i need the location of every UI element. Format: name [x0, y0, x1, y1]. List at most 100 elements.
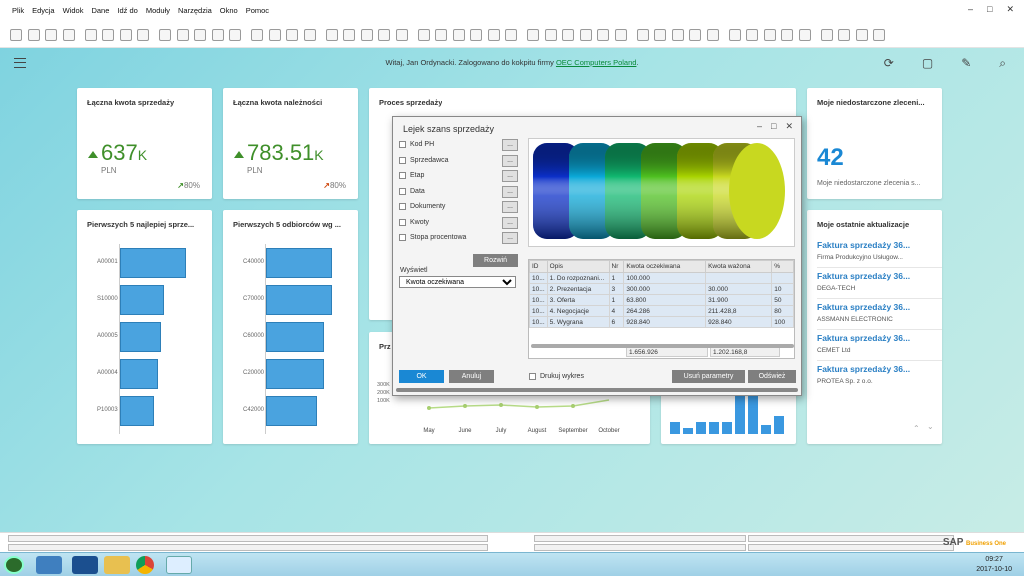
undelivered-orders-card[interactable]: Moje niedostarczone zleceni... 42 Moje n… — [807, 88, 942, 199]
toolbar-button-icon[interactable] — [343, 28, 355, 41]
menu-item[interactable]: Idź do — [117, 6, 137, 15]
recent-updates-card[interactable]: Moje ostatnie aktualizacje ⌃ ⌄ Faktura s… — [807, 210, 942, 444]
bar[interactable] — [120, 322, 161, 352]
filter-checkbox[interactable]: Data — [399, 187, 509, 195]
update-title[interactable]: Faktura sprzedaży 36... — [817, 333, 937, 343]
toolbar-button-icon[interactable] — [435, 28, 447, 41]
toolbar-button-icon[interactable] — [728, 28, 741, 41]
update-title[interactable]: Faktura sprzedaży 36... — [817, 302, 937, 312]
close-icon[interactable]: ✕ — [785, 121, 793, 132]
menu-item[interactable]: Moduły — [146, 6, 170, 15]
column-header[interactable]: Kwota oczekiwana — [623, 260, 707, 273]
table-row[interactable]: 10... 4. Negocjacje 4 264.286 211.428,8 80 — [529, 305, 794, 317]
show-select[interactable]: Kwota oczekiwana — [399, 276, 516, 288]
bar[interactable] — [266, 396, 318, 426]
toolbar-button-icon[interactable] — [229, 28, 241, 41]
bar[interactable] — [120, 396, 155, 426]
toolbar-button-icon[interactable] — [544, 28, 557, 41]
filter-picker-button[interactable]: ... — [502, 232, 518, 244]
menu-item[interactable]: Dane — [91, 6, 109, 15]
menu-item[interactable]: Edycja — [32, 6, 55, 15]
checkbox-box[interactable] — [529, 373, 536, 380]
chevron-up-icon[interactable]: ⌃ — [913, 424, 920, 433]
filter-checkbox[interactable]: Dokumenty — [399, 203, 509, 210]
table-row[interactable]: 10... 2. Prezentacja 3 300.000 30.000 10 — [529, 283, 794, 295]
ok-button[interactable]: OK — [399, 370, 444, 383]
toolbar-button-icon[interactable] — [505, 28, 517, 41]
column-header[interactable]: Kwota ważona — [705, 260, 773, 273]
table-row[interactable]: 10... 5. Wygrana 6 928.840 928.840 100 — [529, 316, 794, 328]
data-point[interactable] — [571, 404, 575, 408]
bar[interactable] — [266, 359, 325, 389]
toolbar-button-icon[interactable] — [820, 28, 833, 41]
table-row[interactable]: 10... 1. Do rozpoznani... 1 100.000 — [529, 272, 794, 284]
toolbar-button-icon[interactable] — [325, 28, 338, 41]
filter-picker-button[interactable]: ... — [502, 185, 518, 198]
expand-button[interactable]: Rozwiń — [473, 254, 518, 267]
bar[interactable] — [120, 248, 186, 278]
menu-item[interactable]: Narzędzia — [178, 6, 212, 15]
update-item[interactable]: Faktura sprzedaży 36... Firma Produkcyjno… — [817, 240, 937, 261]
toolbar-button-icon[interactable] — [597, 28, 609, 41]
checkbox-box[interactable] — [399, 172, 406, 179]
toolbar-button-icon[interactable] — [706, 28, 719, 41]
filter-checkbox[interactable]: Etap — [399, 172, 509, 179]
bar-row[interactable]: S10000 — [77, 285, 212, 315]
sales-total-card[interactable]: Łączna kwota sprzedaży 637K PLN ↗80% — [77, 88, 212, 199]
bar-row[interactable]: C20000 — [223, 359, 358, 389]
data-point[interactable] — [427, 406, 431, 410]
powershell-icon[interactable] — [72, 556, 98, 574]
edit-icon[interactable]: ✎ — [961, 56, 971, 71]
toolbar-button-icon[interactable] — [562, 28, 574, 41]
bar-row[interactable]: P10003 — [77, 396, 212, 426]
bar[interactable] — [266, 322, 325, 352]
filter-picker-button[interactable]: ... — [502, 139, 518, 151]
toolbar-button-icon[interactable] — [763, 28, 776, 41]
filter-checkbox[interactable]: Kwoty — [399, 218, 509, 226]
close-icon[interactable]: ✕ — [1006, 4, 1014, 15]
toolbar-button-icon[interactable] — [636, 28, 649, 41]
print-chart-checkbox[interactable]: Drukuj wykres — [529, 373, 584, 380]
toolbar-button-icon[interactable] — [286, 28, 298, 41]
bar-row[interactable]: C60000 — [223, 322, 358, 352]
checkbox-box[interactable] — [399, 141, 406, 148]
column-header[interactable]: Opis — [546, 260, 610, 273]
data-point[interactable] — [463, 404, 467, 408]
toolbar-button-icon[interactable] — [194, 28, 206, 41]
bar[interactable] — [266, 248, 332, 278]
update-item[interactable]: Faktura sprzedaży 36... PROTEA Sp. z o.o. — [817, 364, 937, 385]
bar[interactable] — [774, 416, 784, 434]
cancel-button[interactable]: Anuluj — [449, 370, 494, 383]
data-point[interactable] — [535, 405, 539, 409]
bar[interactable] — [709, 422, 719, 434]
bar-row[interactable]: A00004 — [77, 359, 212, 389]
toolbar-button-icon[interactable] — [360, 28, 373, 41]
toolbar-button-icon[interactable] — [470, 28, 482, 41]
toolbar-button-icon[interactable] — [10, 28, 22, 41]
toolbar-button-icon[interactable] — [798, 28, 811, 41]
toolbar-button-icon[interactable] — [45, 28, 57, 41]
refresh-button[interactable]: Odśwież — [748, 370, 796, 383]
toolbar-button-icon[interactable] — [251, 28, 263, 41]
bar[interactable] — [266, 285, 332, 315]
bar[interactable] — [120, 285, 164, 315]
toolbar-button-icon[interactable] — [654, 28, 666, 41]
toolbar-button-icon[interactable] — [671, 28, 684, 41]
update-item[interactable]: Faktura sprzedaży 36... ASSMANN ELECTRONI… — [817, 302, 937, 323]
toolbar-button-icon[interactable] — [452, 28, 465, 41]
column-header[interactable]: % — [771, 260, 794, 273]
toolbar-button-icon[interactable] — [84, 28, 97, 41]
toolbar-button-icon[interactable] — [137, 28, 149, 41]
column-header[interactable]: ID — [529, 260, 548, 273]
filter-checkbox[interactable]: Stopa procentowa — [399, 234, 509, 241]
toolbar-button-icon[interactable] — [579, 28, 592, 41]
minimize-icon[interactable]: – — [757, 121, 762, 132]
sap-app-icon[interactable] — [166, 556, 192, 574]
toolbar-button-icon[interactable] — [395, 28, 408, 41]
toolbar-button-icon[interactable] — [159, 28, 171, 41]
toolbar-button-icon[interactable] — [211, 28, 224, 41]
folder-icon[interactable] — [104, 556, 130, 574]
bar-row[interactable]: C40000 — [223, 248, 358, 278]
restore-icon[interactable]: □ — [987, 4, 992, 15]
update-title[interactable]: Faktura sprzedaży 36... — [817, 271, 937, 281]
